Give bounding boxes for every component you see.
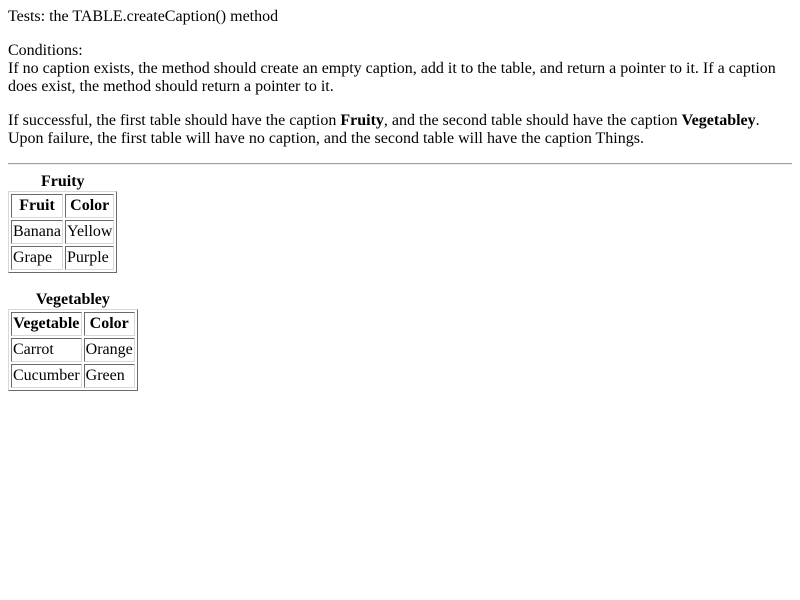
result-caption-1: Fruity <box>340 112 384 129</box>
result-text-1: If successful, the first table should ha… <box>8 112 341 129</box>
table-cell: Purple <box>64 246 115 270</box>
column-header-fruit: Fruit <box>11 194 63 218</box>
table-row: Carrot Orange <box>11 338 135 362</box>
column-header-color: Color <box>83 312 135 336</box>
result-text-2: , and the second table should have the c… <box>383 112 682 129</box>
fruit-table: Fruity Fruit Color Banana Yellow Grape P… <box>8 173 118 273</box>
table-cell: Grape <box>11 246 63 270</box>
conditions-block: Conditions: If no caption exists, the me… <box>8 42 792 96</box>
result-caption-2: Vegetabley <box>681 112 756 129</box>
table-row: Grape Purple <box>11 246 115 270</box>
result-description: If successful, the first table should ha… <box>8 112 792 148</box>
table-header-row: Vegetable Color <box>11 312 135 336</box>
table-cell: Orange <box>83 338 135 362</box>
page-title: Tests: the TABLE.createCaption() method <box>8 8 279 25</box>
column-header-vegetable: Vegetable <box>11 312 82 336</box>
table-header-row: Fruit Color <box>11 194 115 218</box>
column-header-color: Color <box>64 194 115 218</box>
vegetable-table: Vegetabley Vegetable Color Carrot Orange… <box>8 291 138 391</box>
divider <box>8 163 792 165</box>
vegetable-table-caption: Vegetabley <box>35 291 110 308</box>
vegetable-table-wrap: Vegetabley Vegetable Color Carrot Orange… <box>8 291 792 391</box>
table-cell: Yellow <box>64 220 115 244</box>
page: Tests: the TABLE.createCaption() method … <box>0 0 800 391</box>
table-cell: Green <box>83 364 135 388</box>
table-row: Cucumber Green <box>11 364 135 388</box>
fruit-table-wrap: Fruity Fruit Color Banana Yellow Grape P… <box>8 173 792 273</box>
conditions-heading: Conditions: <box>8 42 83 59</box>
table-cell: Carrot <box>11 338 82 362</box>
conditions-text: If no caption exists, the method should … <box>8 60 776 95</box>
table-cell: Cucumber <box>11 364 82 388</box>
table-row: Banana Yellow <box>11 220 115 244</box>
fruit-table-caption: Fruity <box>40 173 85 190</box>
table-cell: Banana <box>11 220 63 244</box>
